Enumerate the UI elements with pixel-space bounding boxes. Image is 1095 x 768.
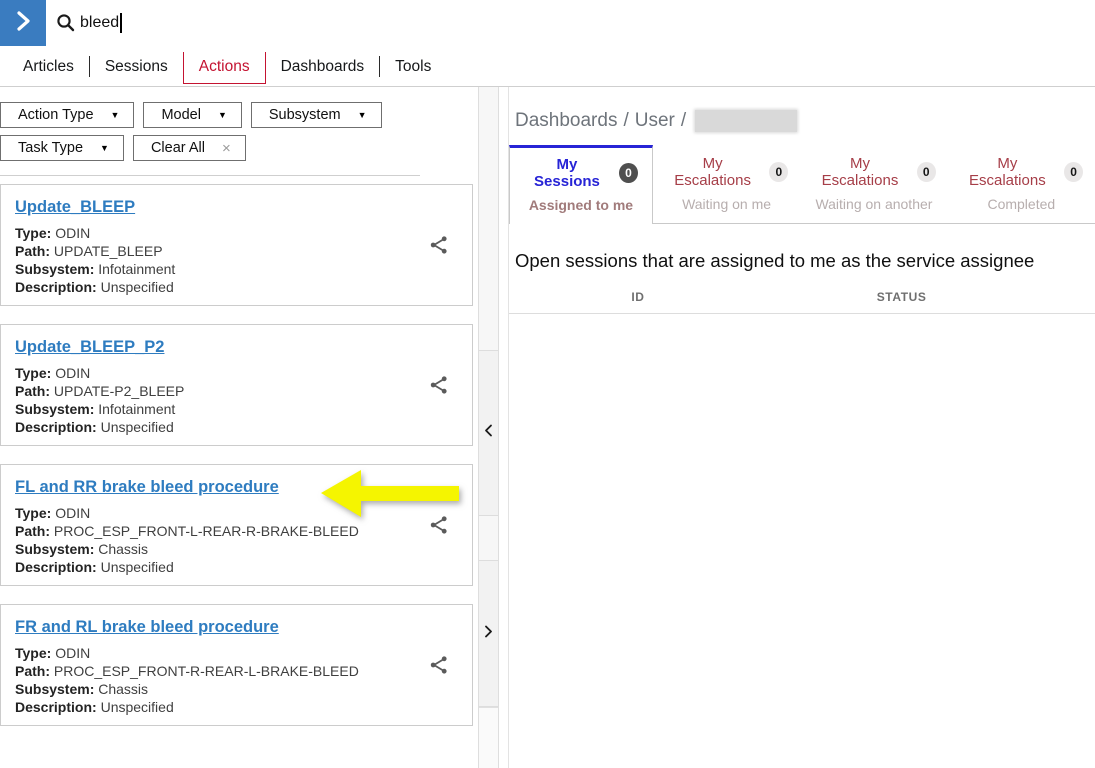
search-input[interactable]: bleed <box>80 11 300 35</box>
tab-actions[interactable]: Actions <box>183 52 266 84</box>
tab-dashboards[interactable]: Dashboards <box>266 52 380 84</box>
filter-model[interactable]: Model ▼ <box>143 102 241 128</box>
dropdown-arrow-icon: ▼ <box>111 110 120 120</box>
tab-my-escalations-completed[interactable]: My Escalations 0 Completed <box>948 145 1095 224</box>
search-icon <box>56 13 75 37</box>
tab-my-escalations-waiting-on-another[interactable]: My Escalations 0 Waiting on another <box>800 145 947 224</box>
chevron-right-icon <box>484 625 493 643</box>
tab-my-sessions[interactable]: My Sessions 0 Assigned to me <box>509 145 653 224</box>
share-icon[interactable] <box>428 514 450 536</box>
result-link[interactable]: FL and RR brake bleed procedure <box>15 478 279 497</box>
dashboard-panel: Dashboards / User / My Sessions 0 Assign… <box>508 87 1095 768</box>
filter-task-type[interactable]: Task Type ▼ <box>0 135 124 161</box>
breadcrumb-separator: / <box>623 110 628 132</box>
count-badge: 0 <box>917 162 936 182</box>
breadcrumb-dashboards[interactable]: Dashboards <box>515 110 617 132</box>
clear-icon[interactable]: × <box>222 141 231 156</box>
result-link[interactable]: Update_BLEEP <box>15 198 135 217</box>
dropdown-arrow-icon: ▼ <box>218 110 227 120</box>
filter-subsystem[interactable]: Subsystem ▼ <box>251 102 382 128</box>
share-icon[interactable] <box>428 234 450 256</box>
result-card: Update_BLEEP Type: ODIN Path: UPDATE_BLE… <box>0 184 473 306</box>
sessions-table-header: ID STATUS <box>509 290 1095 314</box>
tab-articles[interactable]: Articles <box>8 52 89 84</box>
redacted-username <box>695 110 797 132</box>
breadcrumb-separator: / <box>681 110 686 132</box>
expand-right-panel-button[interactable] <box>479 560 498 707</box>
text-caret <box>120 13 122 33</box>
tab-sessions[interactable]: Sessions <box>90 52 183 84</box>
panel-resize-strip <box>478 87 499 768</box>
tab-tools[interactable]: Tools <box>380 52 446 84</box>
filter-bar: Action Type ▼ Model ▼ Subsystem ▼ Task T… <box>0 87 420 176</box>
collapse-left-panel-button[interactable] <box>479 350 498 516</box>
chevron-right-icon <box>11 9 35 38</box>
share-icon[interactable] <box>428 654 450 676</box>
dashboard-tab-bar: My Sessions 0 Assigned to me My Escalati… <box>509 145 1095 224</box>
chevron-left-icon <box>484 424 493 442</box>
count-badge: 0 <box>619 163 638 183</box>
result-card: FL and RR brake bleed procedure Type: OD… <box>0 464 473 586</box>
filter-action-type[interactable]: Action Type ▼ <box>0 102 134 128</box>
share-icon[interactable] <box>428 374 450 396</box>
result-card: FR and RL brake bleed procedure Type: OD… <box>0 604 473 726</box>
sidebar-expand-button[interactable] <box>0 0 46 46</box>
search-input-value: bleed <box>80 14 119 32</box>
breadcrumb: Dashboards / User / <box>515 110 1095 132</box>
results-list: Update_BLEEP Type: ODIN Path: UPDATE_BLE… <box>0 176 474 726</box>
result-card: Update_BLEEP_P2 Type: ODIN Path: UPDATE-… <box>0 324 473 446</box>
result-link[interactable]: Update_BLEEP_P2 <box>15 338 164 357</box>
dropdown-arrow-icon: ▼ <box>100 143 109 153</box>
result-link[interactable]: FR and RL brake bleed procedure <box>15 618 279 637</box>
tab-my-escalations-waiting-on-me[interactable]: My Escalations 0 Waiting on me <box>653 145 800 224</box>
count-badge: 0 <box>1064 162 1083 182</box>
dashboard-heading: Open sessions that are assigned to me as… <box>515 250 1095 272</box>
count-badge: 0 <box>769 162 788 182</box>
column-header-id: ID <box>509 290 767 304</box>
clear-all-button[interactable]: Clear All × <box>133 135 246 161</box>
main-nav: Articles Sessions Actions Dashboards Too… <box>8 52 446 84</box>
column-header-status: STATUS <box>767 290 1037 304</box>
strip-segment <box>479 707 498 768</box>
dropdown-arrow-icon: ▼ <box>358 110 367 120</box>
search-results-panel: Action Type ▼ Model ▼ Subsystem ▼ Task T… <box>0 87 474 768</box>
breadcrumb-user[interactable]: User <box>635 110 675 132</box>
